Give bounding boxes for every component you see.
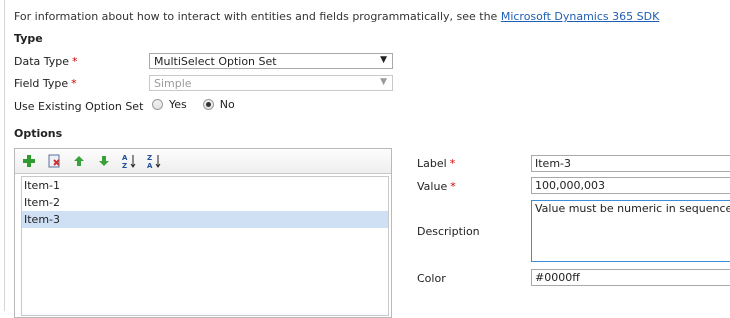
options-panel: AZ ZA Item-1 Item-2 Item-3: [14, 148, 392, 318]
list-item-selected[interactable]: Item-3: [22, 211, 388, 228]
yes-radio-label[interactable]: Yes: [169, 98, 187, 111]
move-up-icon[interactable]: [71, 153, 87, 169]
info-description: For information about how to interact wi…: [14, 10, 498, 23]
use-existing-label: Use Existing Option Set: [14, 100, 144, 113]
description-textarea[interactable]: Value must be numeric in sequence: [531, 200, 730, 262]
options-heading: Options: [14, 127, 63, 140]
move-down-icon[interactable]: [96, 153, 112, 169]
svg-text:Z: Z: [122, 162, 127, 169]
svg-text:Z: Z: [147, 154, 152, 162]
yes-radio[interactable]: [152, 99, 163, 110]
list-item[interactable]: Item-1: [22, 177, 388, 194]
dropdown-arrow-icon: ▼: [380, 55, 387, 65]
field-type-label: Field Type *: [14, 77, 77, 90]
list-item[interactable]: Item-2: [22, 194, 388, 211]
left-border: [4, 0, 5, 311]
field-type-value: Simple: [154, 77, 192, 90]
svg-text:A: A: [147, 162, 153, 169]
use-existing-radio-group: Yes No: [152, 98, 251, 111]
no-radio[interactable]: [202, 99, 214, 110]
add-icon[interactable]: [21, 153, 37, 169]
required-marker: *: [449, 157, 456, 170]
value-field-label: Value *: [417, 180, 456, 193]
required-marker: *: [450, 180, 456, 193]
data-type-value: MultiSelect Option Set: [154, 55, 277, 68]
sort-descending-icon[interactable]: ZA: [146, 153, 162, 169]
color-input[interactable]: #0000ff: [531, 269, 730, 286]
color-field-label: Color: [417, 272, 446, 285]
required-marker: *: [71, 77, 77, 90]
label-input[interactable]: Item-3: [531, 155, 730, 172]
dropdown-arrow-icon: ▼: [380, 77, 387, 87]
description-value: Value must be numeric in sequence: [535, 202, 730, 215]
required-marker: *: [72, 55, 78, 68]
info-text: For information about how to interact wi…: [14, 10, 659, 23]
sort-ascending-icon[interactable]: AZ: [121, 153, 137, 169]
data-type-label: Data Type *: [14, 55, 78, 68]
value-input[interactable]: 100,000,003: [531, 177, 730, 194]
sdk-link[interactable]: Microsoft Dynamics 365 SDK: [501, 10, 659, 23]
svg-text:A: A: [122, 154, 128, 162]
data-type-select[interactable]: MultiSelect Option Set ▼: [149, 53, 393, 69]
no-radio-label[interactable]: No: [220, 98, 235, 111]
field-type-select[interactable]: Simple ▼: [149, 75, 393, 91]
delete-icon[interactable]: [46, 153, 62, 169]
options-list[interactable]: Item-1 Item-2 Item-3: [21, 176, 389, 316]
type-heading: Type: [14, 32, 43, 45]
options-toolbar: AZ ZA: [15, 149, 391, 174]
label-field-label: Label *: [417, 157, 456, 170]
description-field-label: Description: [417, 225, 480, 238]
